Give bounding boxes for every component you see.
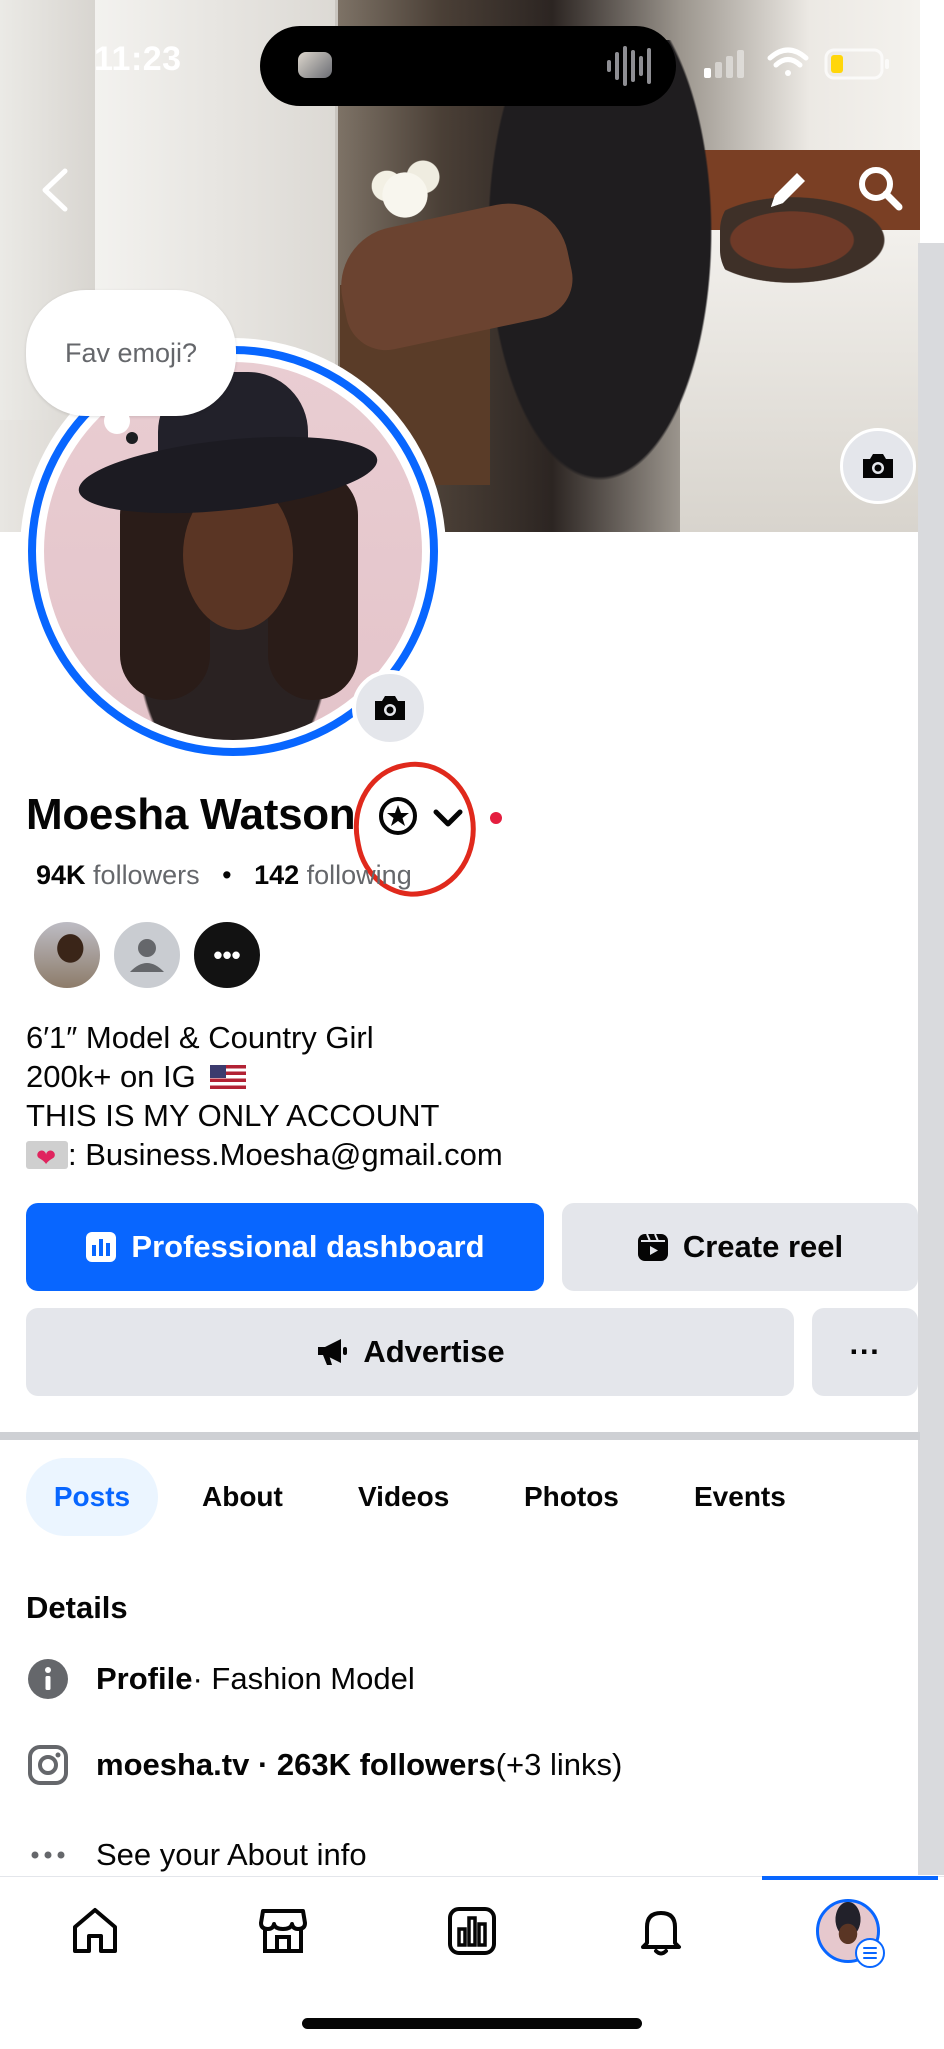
section-divider xyxy=(0,1432,920,1440)
tab-photos[interactable]: Photos xyxy=(524,1458,619,1536)
more-dots-icon xyxy=(26,1833,70,1877)
bio-line: : Business.Moesha@gmail.com xyxy=(26,1135,503,1178)
create-reel-button[interactable]: Create reel xyxy=(562,1203,918,1291)
default-person-icon xyxy=(130,939,164,972)
edit-profile-picture-button[interactable] xyxy=(352,670,428,746)
see-about-info-link[interactable]: See your About info xyxy=(26,1830,367,1880)
edit-profile-button[interactable] xyxy=(758,160,818,220)
profile-name: Moesha Watson xyxy=(26,790,356,839)
detail-profile-label: Profile xyxy=(96,1661,193,1696)
nav-professional-dashboard[interactable] xyxy=(437,1896,507,1966)
details-heading: Details xyxy=(26,1590,128,1625)
following-label: following xyxy=(306,860,412,890)
bio: 6′1″ Model & Country Girl 200k+ on IG TH… xyxy=(26,1018,503,1178)
tab-posts[interactable]: Posts xyxy=(26,1458,158,1536)
wifi-icon xyxy=(767,47,809,76)
detail-instagram-handle: moesha.tv · 263K followers xyxy=(96,1747,496,1782)
advertise-label: Advertise xyxy=(363,1334,505,1369)
note-bubble[interactable]: Fav emoji? xyxy=(26,290,236,416)
nav-notifications[interactable] xyxy=(626,1896,696,1966)
megaphone-icon xyxy=(318,1339,348,1365)
mutual-friend-avatar[interactable] xyxy=(112,920,182,990)
detail-profile-category: Profile · Fashion Model xyxy=(26,1654,415,1704)
dashboard-icon xyxy=(86,1232,117,1262)
tab-videos[interactable]: Videos xyxy=(358,1458,449,1536)
battery-icon xyxy=(824,48,889,80)
more-options-button[interactable]: ··· xyxy=(812,1308,918,1396)
bio-email[interactable]: : Business.Moesha@gmail.com xyxy=(68,1137,503,1172)
info-icon xyxy=(26,1657,70,1701)
us-flag-icon xyxy=(210,1065,247,1089)
audio-waveform-icon xyxy=(607,46,651,86)
professional-dashboard-label: Professional dashboard xyxy=(131,1229,485,1264)
bio-line: 6′1″ Model & Country Girl xyxy=(26,1020,374,1055)
love-letter-icon xyxy=(26,1139,68,1178)
detail-instagram-link[interactable]: moesha.tv · 263K followers (+3 links) xyxy=(26,1740,622,1790)
instagram-icon xyxy=(26,1743,70,1787)
nav-marketplace[interactable] xyxy=(248,1896,318,1966)
nav-home[interactable] xyxy=(60,1896,130,1966)
live-activity-thumbnail xyxy=(298,52,332,78)
detail-profile-value: · Fashion Model xyxy=(192,1661,415,1696)
professional-dashboard-button[interactable]: Professional dashboard xyxy=(26,1203,544,1291)
note-bubble-dot xyxy=(126,432,138,444)
note-bubble-tail xyxy=(104,408,130,434)
followers-count: 94K xyxy=(36,860,86,890)
profile-avatar xyxy=(816,1899,885,1968)
stats-separator: • xyxy=(222,860,232,890)
bio-line: 200k+ on IG xyxy=(26,1057,503,1096)
status-time: 11:23 xyxy=(94,40,182,78)
menu-icon xyxy=(855,1938,885,1968)
dashboard-icon xyxy=(448,1907,496,1955)
search-button[interactable] xyxy=(850,158,910,218)
scrollbar[interactable] xyxy=(918,243,944,1875)
following-count: 142 xyxy=(254,860,300,890)
status-indicators xyxy=(704,47,889,80)
back-button[interactable] xyxy=(30,160,80,220)
notification-dot xyxy=(490,812,502,824)
mutual-friend-avatar[interactable] xyxy=(32,920,102,990)
chevron-left-icon xyxy=(42,168,68,212)
bio-line: THIS IS MY ONLY ACCOUNT xyxy=(26,1098,440,1133)
nav-active-indicator xyxy=(762,1876,938,1880)
home-icon xyxy=(73,1908,117,1953)
marketplace-icon xyxy=(259,1909,307,1953)
nav-profile-menu[interactable] xyxy=(813,1896,885,1968)
camera-icon xyxy=(375,696,405,720)
signal-icon xyxy=(704,50,744,78)
more-friends-button[interactable]: ••• xyxy=(192,920,262,990)
pencil-icon xyxy=(771,173,805,207)
create-reel-label: Create reel xyxy=(682,1229,844,1264)
home-indicator[interactable] xyxy=(302,2018,642,2029)
reel-icon xyxy=(637,1233,668,1261)
detail-instagram-links: (+3 links) xyxy=(495,1747,623,1782)
see-about-info-label: See your About info xyxy=(96,1837,367,1872)
camera-icon xyxy=(863,454,893,478)
tab-events[interactable]: Events xyxy=(694,1458,786,1536)
bio-line-text: 200k+ on IG xyxy=(26,1059,196,1094)
tab-about[interactable]: About xyxy=(202,1458,283,1536)
follower-stats[interactable]: 94K followers • 142 following xyxy=(36,860,412,891)
search-icon xyxy=(859,167,903,211)
edit-cover-photo-button[interactable] xyxy=(840,428,916,504)
advertise-button[interactable]: Advertise xyxy=(26,1308,794,1396)
notifications-icon xyxy=(641,1911,681,1956)
followers-label: followers xyxy=(93,860,200,890)
